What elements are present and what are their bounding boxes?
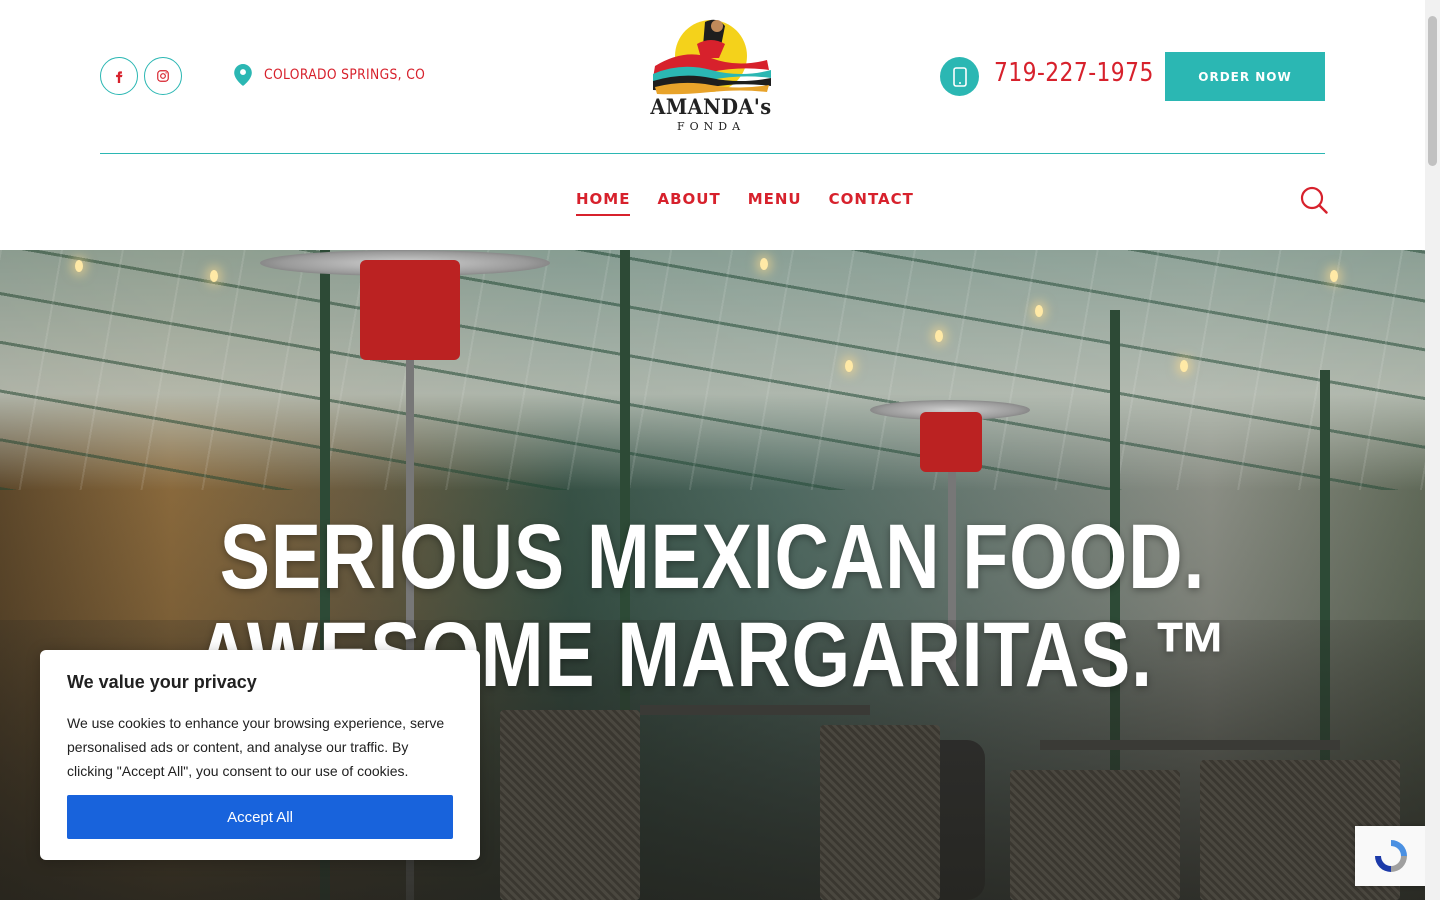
- location-text: COLORADO SPRINGS, CO: [264, 67, 426, 83]
- string-light: [845, 360, 853, 372]
- cookie-text: We use cookies to enhance your browsing …: [67, 715, 445, 779]
- location: COLORADO SPRINGS, CO: [234, 64, 447, 86]
- header-divider: [100, 153, 1325, 154]
- cookie-title: We value your privacy: [67, 672, 257, 692]
- string-light: [210, 270, 218, 282]
- patio-heater-flame: [920, 412, 982, 472]
- facebook-icon[interactable]: [100, 57, 138, 95]
- accept-all-button[interactable]: Accept All: [67, 795, 453, 839]
- scrollbar-thumb[interactable]: [1428, 16, 1437, 166]
- facebook-glyph: [116, 71, 123, 83]
- recaptcha-icon: [1375, 840, 1407, 872]
- string-light: [1180, 360, 1188, 372]
- main-nav: HOME ABOUT MENU CONTACT: [576, 190, 914, 216]
- logo-subtitle: FONDA: [676, 120, 746, 133]
- recaptcha-badge[interactable]: [1355, 826, 1427, 886]
- order-now-button[interactable]: ORDER NOW: [1165, 52, 1325, 101]
- patio-chair: [500, 710, 640, 900]
- search-icon[interactable]: [1300, 186, 1328, 214]
- patio-chair: [1010, 770, 1180, 900]
- string-light: [1035, 305, 1043, 317]
- string-light: [760, 258, 768, 270]
- nav-menu[interactable]: MENU: [748, 190, 802, 214]
- instagram-icon[interactable]: [144, 57, 182, 95]
- map-pin-icon: [234, 64, 252, 86]
- instagram-glyph: [157, 70, 169, 82]
- string-light: [75, 260, 83, 272]
- nav-contact[interactable]: CONTACT: [829, 190, 914, 214]
- string-light: [1330, 270, 1338, 282]
- phone-number-link[interactable]: 719-227-1975: [994, 58, 1154, 88]
- patio-chair: [820, 725, 940, 900]
- hero-line-1: SERIOUS MEXICAN FOOD.: [219, 506, 1206, 608]
- string-light: [935, 330, 943, 342]
- logo-title: AMANDA's: [650, 94, 772, 119]
- patio-heater-flame: [360, 260, 460, 360]
- patio-table: [1040, 740, 1340, 750]
- nav-home[interactable]: HOME: [576, 190, 631, 216]
- nav-about[interactable]: ABOUT: [657, 190, 720, 214]
- cookie-consent-banner: We value your privacy We use cookies to …: [40, 650, 480, 860]
- hero-patio-roof: [0, 250, 1425, 490]
- logo[interactable]: AMANDA's FONDA: [645, 14, 777, 138]
- patio-table: [640, 705, 870, 715]
- site-header: COLORADO SPRINGS, CO AMANDA's FONDA 719-…: [0, 0, 1425, 250]
- phone-icon[interactable]: [940, 57, 979, 96]
- mobile-phone-glyph: [952, 66, 967, 87]
- logo-graphic: [653, 19, 771, 95]
